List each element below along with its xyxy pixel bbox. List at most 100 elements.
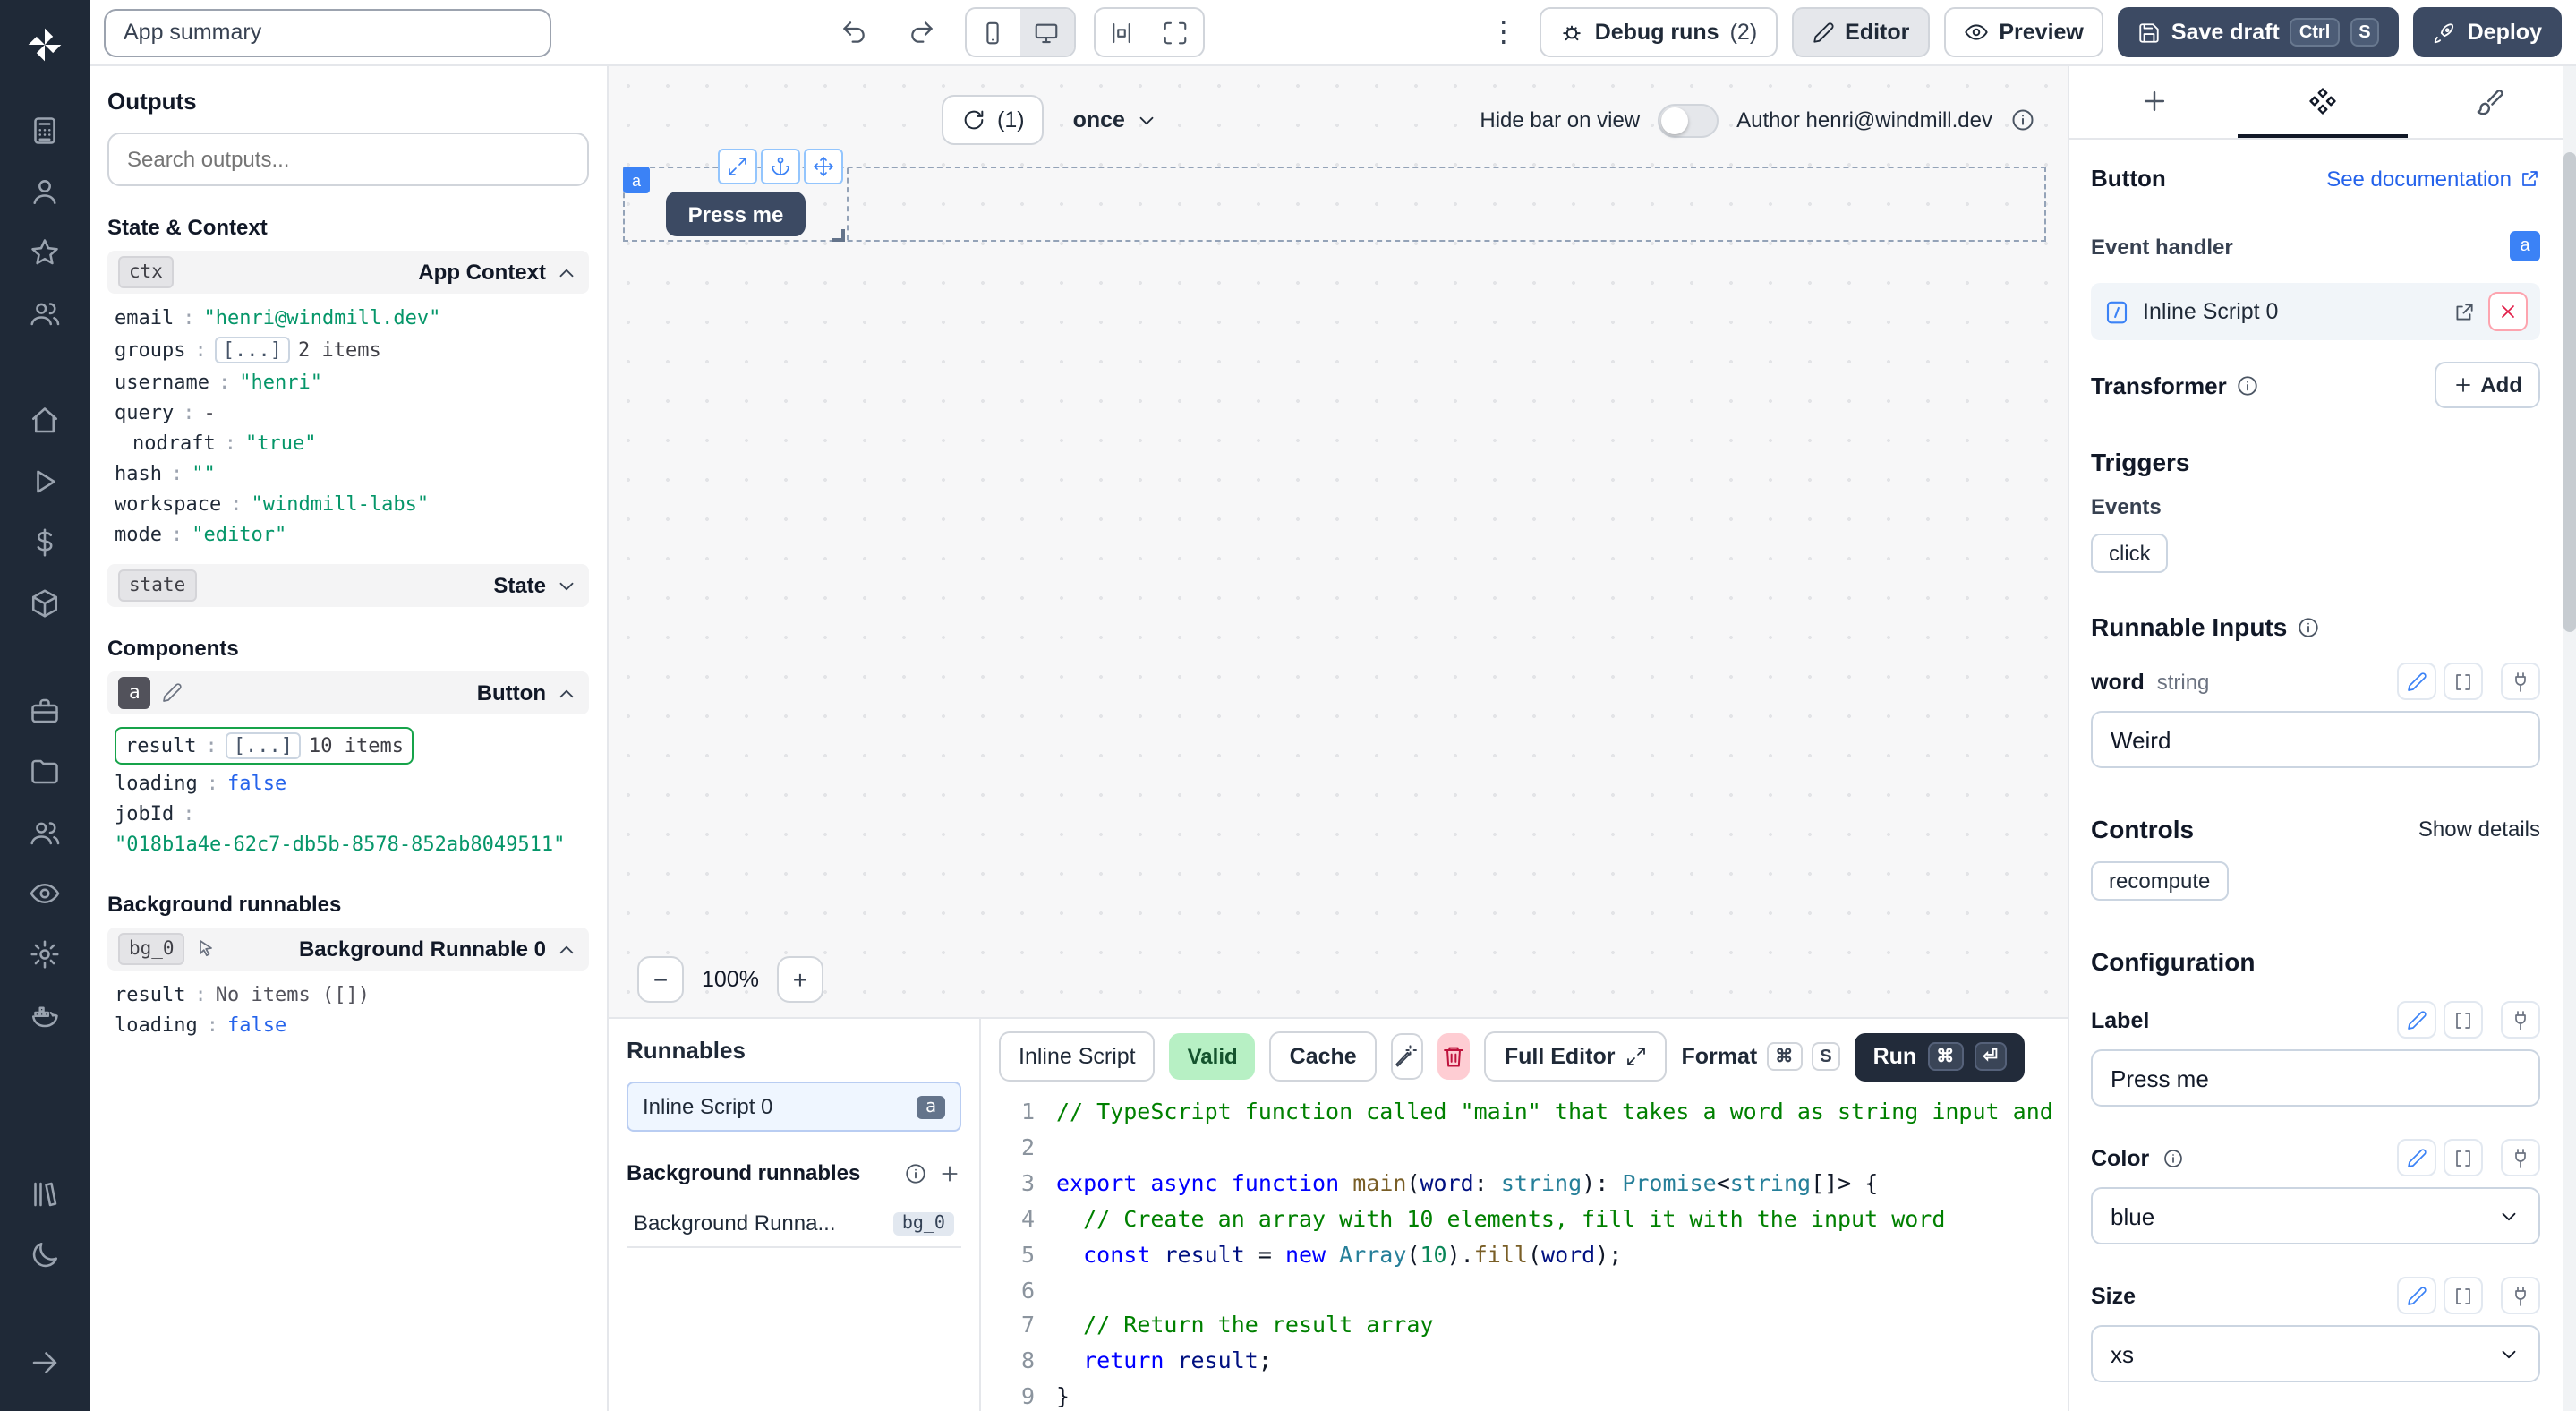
center-align-button[interactable] bbox=[1096, 9, 1149, 56]
app-summary-input[interactable] bbox=[104, 8, 551, 56]
ctx-header-row[interactable]: ctx App Context bbox=[107, 251, 589, 294]
zoom-out-button[interactable]: − bbox=[637, 956, 684, 1003]
code-line[interactable]: return result; bbox=[1056, 1344, 2068, 1380]
ai-wand-button[interactable] bbox=[1391, 1033, 1424, 1080]
anchor-handle-icon[interactable] bbox=[761, 149, 800, 184]
state-header-row[interactable]: state State bbox=[107, 564, 589, 607]
component-id-tag[interactable]: a bbox=[623, 167, 650, 193]
container-icon[interactable] bbox=[14, 988, 75, 1042]
users-icon[interactable] bbox=[14, 286, 75, 340]
calculator-icon[interactable] bbox=[14, 104, 75, 158]
delete-script-button[interactable] bbox=[1437, 1033, 1471, 1080]
eval-input-button[interactable] bbox=[2501, 1139, 2540, 1176]
component-a-header-row[interactable]: a Button bbox=[107, 671, 589, 714]
format-button[interactable]: Format ⌘ S bbox=[1681, 1042, 1840, 1071]
info-icon[interactable] bbox=[2162, 1147, 2183, 1168]
chevron-up-icon[interactable] bbox=[555, 261, 578, 284]
refresh-button[interactable]: (1) bbox=[942, 95, 1045, 145]
mobile-view-button[interactable] bbox=[967, 9, 1020, 56]
debug-runs-button[interactable]: Debug runs (2) bbox=[1540, 7, 1777, 57]
bg0-header-row[interactable]: bg_0 Background Runnable 0 bbox=[107, 928, 589, 971]
static-input-button[interactable] bbox=[2397, 1139, 2436, 1176]
zoom-in-button[interactable]: + bbox=[777, 956, 823, 1003]
hide-bar-toggle[interactable] bbox=[1658, 103, 1719, 137]
static-input-button[interactable] bbox=[2397, 1001, 2436, 1039]
color-select[interactable]: blue bbox=[2091, 1187, 2540, 1244]
show-details-link[interactable]: Show details bbox=[2418, 817, 2540, 842]
static-input-button[interactable] bbox=[2397, 1277, 2436, 1314]
add-transformer-button[interactable]: Add bbox=[2434, 362, 2540, 408]
code-editor[interactable]: 12345678910 // TypeScript function calle… bbox=[981, 1090, 2068, 1411]
expand-array-chip[interactable]: [...] bbox=[216, 337, 289, 363]
info-icon[interactable] bbox=[904, 1161, 927, 1184]
gear-icon[interactable] bbox=[14, 928, 75, 981]
resize-handle[interactable] bbox=[832, 229, 845, 242]
remove-script-button[interactable] bbox=[2488, 292, 2528, 331]
code-line[interactable]: } bbox=[1056, 1380, 2068, 1411]
collapse-arrow-icon[interactable] bbox=[14, 1336, 75, 1390]
scrollbar-thumb[interactable] bbox=[2563, 152, 2576, 632]
library-icon[interactable] bbox=[14, 1167, 75, 1221]
editor-button[interactable]: Editor bbox=[1791, 7, 1929, 57]
tab-insert[interactable] bbox=[2069, 66, 2239, 138]
tab-component-settings[interactable] bbox=[2239, 66, 2408, 138]
press-me-button[interactable]: Press me bbox=[666, 192, 806, 236]
move-handle-icon[interactable] bbox=[804, 149, 843, 184]
eval-input-button[interactable] bbox=[2501, 1001, 2540, 1039]
info-icon[interactable] bbox=[2296, 615, 2319, 638]
code-line[interactable]: // TypeScript function called "main" tha… bbox=[1056, 1094, 2068, 1130]
briefcase-icon[interactable] bbox=[14, 684, 75, 738]
see-documentation-link[interactable]: See documentation bbox=[2326, 166, 2540, 191]
undo-button[interactable] bbox=[829, 9, 879, 56]
code-line[interactable]: const result = new Array(10).fill(word); bbox=[1056, 1236, 2068, 1272]
play-icon[interactable] bbox=[14, 455, 75, 509]
word-input[interactable] bbox=[2091, 711, 2540, 768]
fullscreen-button[interactable] bbox=[1149, 9, 1203, 56]
inline-script-row[interactable]: Inline Script 0 bbox=[2091, 283, 2540, 340]
info-icon[interactable] bbox=[2236, 373, 2259, 397]
star-icon[interactable] bbox=[14, 226, 75, 279]
deploy-button[interactable]: Deploy bbox=[2414, 7, 2562, 57]
chevron-up-icon[interactable] bbox=[555, 937, 578, 961]
tab-styling[interactable] bbox=[2407, 66, 2576, 138]
schedule-dropdown[interactable]: once bbox=[1073, 107, 1159, 133]
folder-icon[interactable] bbox=[14, 745, 75, 799]
group-icon[interactable] bbox=[14, 806, 75, 859]
label-input[interactable] bbox=[2091, 1049, 2540, 1107]
selected-output-highlight[interactable]: result:[...]10 items bbox=[115, 727, 414, 765]
recompute-chip[interactable]: recompute bbox=[2091, 861, 2228, 901]
redo-button[interactable] bbox=[897, 9, 947, 56]
edit-id-icon[interactable] bbox=[162, 682, 183, 704]
size-select[interactable]: xs bbox=[2091, 1325, 2540, 1382]
expand-handle-icon[interactable] bbox=[718, 149, 757, 184]
scrollbar-track[interactable] bbox=[2563, 66, 2576, 1411]
app-canvas[interactable]: (1) once Hide bar on view Author henri@w… bbox=[609, 66, 2068, 1017]
code-line[interactable] bbox=[1056, 1130, 2068, 1166]
chevron-up-icon[interactable] bbox=[555, 681, 578, 705]
connect-input-button[interactable] bbox=[2444, 1277, 2483, 1314]
dollar-icon[interactable] bbox=[14, 516, 75, 569]
code-line[interactable]: export async function main(word: string)… bbox=[1056, 1166, 2068, 1201]
selected-component-row[interactable]: a Press me bbox=[623, 167, 2046, 242]
open-script-icon[interactable] bbox=[2452, 300, 2476, 323]
user-icon[interactable] bbox=[14, 165, 75, 218]
moon-icon[interactable] bbox=[14, 1228, 75, 1282]
code-line[interactable]: // Return the result array bbox=[1056, 1308, 2068, 1344]
connect-input-button[interactable] bbox=[2444, 1139, 2483, 1176]
static-input-button[interactable] bbox=[2397, 663, 2436, 700]
click-event-chip[interactable]: click bbox=[2091, 534, 2169, 573]
home-icon[interactable] bbox=[14, 394, 75, 448]
inline-script-tab[interactable]: Inline Script bbox=[999, 1031, 1156, 1082]
connect-input-button[interactable] bbox=[2444, 663, 2483, 700]
code-line[interactable]: // Create an array with 10 elements, fil… bbox=[1056, 1201, 2068, 1236]
add-background-runnable-icon[interactable] bbox=[938, 1161, 961, 1184]
chevron-down-icon[interactable] bbox=[555, 574, 578, 597]
code-line[interactable] bbox=[1056, 1272, 2068, 1308]
save-draft-button[interactable]: Save draft Ctrl S bbox=[2118, 7, 2400, 57]
full-editor-button[interactable]: Full Editor bbox=[1485, 1031, 1668, 1082]
windmill-logo-icon[interactable] bbox=[14, 14, 75, 75]
background-runnable-item[interactable]: Background Runna... bg_0 bbox=[627, 1200, 961, 1248]
info-icon[interactable] bbox=[2010, 107, 2035, 133]
code-lines[interactable]: // TypeScript function called "main" tha… bbox=[1035, 1094, 2068, 1411]
cache-button[interactable]: Cache bbox=[1270, 1031, 1377, 1082]
